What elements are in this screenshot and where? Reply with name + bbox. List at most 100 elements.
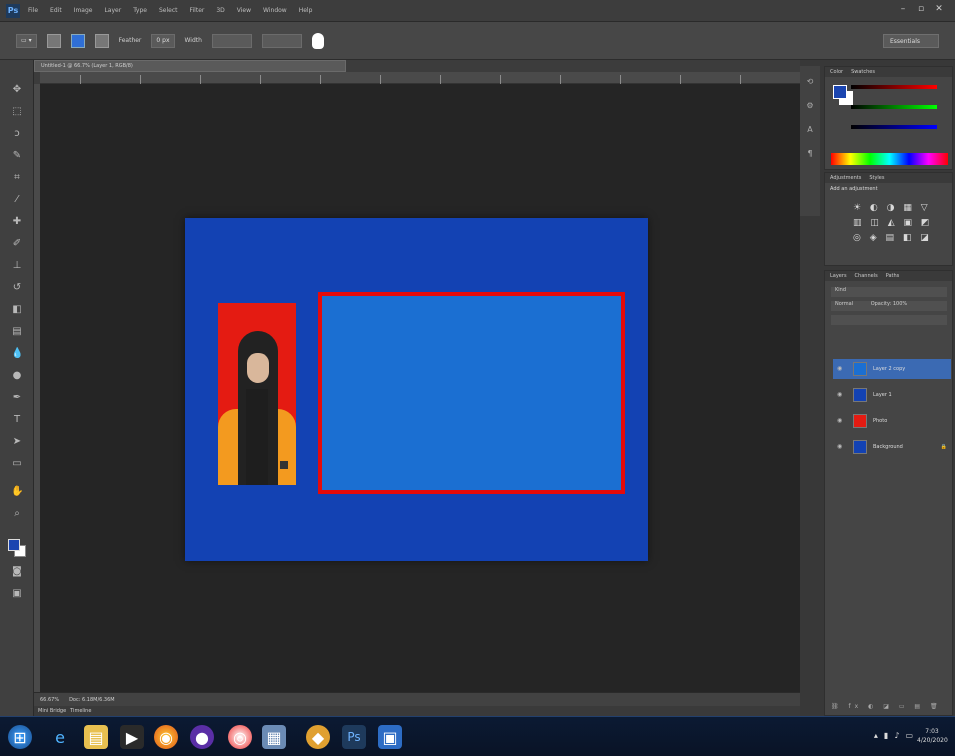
eraser-tool-icon[interactable]: ◧ (11, 304, 23, 316)
tab-adjustments[interactable]: Adjustments (830, 175, 861, 181)
crop-tool-icon[interactable]: ⌗ (11, 172, 23, 184)
network-icon[interactable]: ▮ (884, 731, 888, 740)
visibility-eye-icon[interactable]: ◉ (837, 444, 845, 450)
tab-timeline[interactable]: Timeline (70, 708, 91, 714)
subtract-selection-button[interactable] (94, 33, 109, 48)
chrome-icon[interactable]: ◎ (228, 725, 252, 749)
height-input[interactable] (261, 33, 302, 48)
brush-tool-icon[interactable]: ✐ (11, 238, 23, 250)
color-spectrum-bar[interactable] (831, 153, 948, 165)
zoom-level[interactable]: 66.67% (40, 697, 59, 703)
tab-paths[interactable]: Paths (886, 273, 900, 279)
file-explorer-icon[interactable]: ▤ (84, 725, 108, 749)
tray-expand-icon[interactable]: ▴ (874, 731, 878, 740)
document-tab[interactable]: Untitled-1 @ 66.7% (Layer 1, RGB/8) (34, 60, 346, 72)
layer-item[interactable]: ◉ Photo (833, 411, 951, 431)
menu-window[interactable]: Window (263, 7, 287, 14)
tab-channels[interactable]: Channels (855, 273, 878, 279)
internet-explorer-icon[interactable]: e (48, 725, 72, 749)
highlighted-rectangle-shape[interactable] (318, 292, 625, 494)
layer-item[interactable]: ◉ Layer 2 copy (833, 359, 951, 379)
menu-filter[interactable]: Filter (190, 7, 205, 14)
dodge-tool-icon[interactable]: ● (11, 370, 23, 382)
lock-fill-row[interactable] (831, 315, 947, 325)
photoshop-taskbar-icon[interactable]: Ps (342, 725, 366, 749)
visibility-eye-icon[interactable]: ◉ (837, 418, 845, 424)
path-select-tool-icon[interactable]: ➤ (11, 436, 23, 448)
blue-slider[interactable] (851, 125, 937, 129)
hand-tool-icon[interactable]: ✋ (11, 486, 23, 498)
menu-edit[interactable]: Edit (50, 7, 62, 14)
character-panel-icon[interactable]: A (804, 124, 816, 136)
adjustment-icons-row-2[interactable]: ▥ ◫ ◭ ▣ ◩ (825, 216, 952, 231)
feather-input[interactable]: 0 px (151, 33, 175, 48)
doc-size[interactable]: Doc: 6.18M/6.36M (69, 697, 115, 703)
tab-color[interactable]: Color (830, 69, 843, 75)
menu-file[interactable]: File (28, 7, 38, 14)
zoom-tool-icon[interactable]: ⌕ (11, 508, 23, 520)
menu-image[interactable]: Image (74, 7, 93, 14)
red-slider[interactable] (851, 85, 937, 89)
menu-select[interactable]: Select (159, 7, 178, 14)
healing-brush-tool-icon[interactable]: ✚ (11, 216, 23, 228)
volume-icon[interactable]: ♪ (894, 731, 899, 740)
app-icon-orange[interactable]: ◆ (306, 725, 330, 749)
tab-styles[interactable]: Styles (869, 175, 884, 181)
app-icon-purple[interactable]: ● (190, 725, 214, 749)
screen-mode-icon[interactable]: ▣ (11, 588, 23, 600)
maximize-button[interactable]: ▫ (915, 4, 927, 14)
history-panel-icon[interactable]: ⟲ (804, 76, 816, 88)
properties-panel-icon[interactable]: ⚙ (804, 100, 816, 112)
layer-item[interactable]: ◉ Layer 1 (833, 385, 951, 405)
workspace-switcher[interactable]: Essentials (883, 34, 939, 48)
app-icon-blue[interactable]: ▣ (378, 725, 402, 749)
layer-item[interactable]: ◉ Background 🔒 (833, 437, 951, 457)
clone-stamp-tool-icon[interactable]: ⊥ (11, 260, 23, 272)
minimize-button[interactable]: – (897, 4, 909, 14)
lasso-tool-icon[interactable]: ↄ (11, 128, 23, 140)
layer-filter-kind[interactable]: Kind (831, 287, 947, 297)
quick-mask-icon[interactable]: ◙ (11, 566, 23, 578)
width-input[interactable] (211, 33, 252, 48)
color-panel-foreground-swatch[interactable] (833, 85, 847, 99)
media-player-icon[interactable]: ▶ (120, 725, 144, 749)
firefox-icon[interactable]: ◉ (154, 725, 178, 749)
foreground-color-swatch[interactable] (8, 539, 20, 551)
paragraph-panel-icon[interactable]: ¶ (804, 148, 816, 160)
start-button-icon[interactable]: ⊞ (8, 725, 32, 749)
shape-tool-icon[interactable]: ▭ (11, 458, 23, 470)
marquee-tool-icon[interactable]: ⬚ (11, 106, 23, 118)
visibility-eye-icon[interactable]: ◉ (837, 366, 845, 372)
new-selection-button[interactable] (46, 33, 61, 48)
tab-swatches[interactable]: Swatches (851, 69, 875, 75)
eyedropper-tool-icon[interactable]: ⁄ (11, 194, 23, 206)
layer-actions-bar[interactable]: ⛓ fx ◐ ◪ ▭ ▤ 🗑 (831, 703, 947, 711)
add-selection-button[interactable] (70, 33, 85, 48)
adjustment-icons-row-3[interactable]: ◎ ◈ ▤ ◧ ◪ (825, 231, 952, 246)
move-tool-icon[interactable]: ✥ (11, 84, 23, 96)
type-tool-icon[interactable]: T (11, 414, 23, 426)
history-brush-tool-icon[interactable]: ↺ (11, 282, 23, 294)
visibility-eye-icon[interactable]: ◉ (837, 392, 845, 398)
menu-type[interactable]: Type (133, 7, 147, 14)
blend-mode-select[interactable]: Normal Opacity: 100% (831, 301, 947, 311)
menu-layer[interactable]: Layer (104, 7, 121, 14)
close-button[interactable]: ✕ (933, 4, 945, 14)
green-slider[interactable] (851, 105, 937, 109)
menu-view[interactable]: View (237, 7, 251, 14)
quick-select-tool-icon[interactable]: ✎ (11, 150, 23, 162)
refine-edge-icon[interactable] (311, 32, 324, 49)
tool-preset-picker[interactable]: ▭ ▾ (16, 33, 37, 48)
menu-help[interactable]: Help (299, 7, 313, 14)
system-clock[interactable]: 7:03 4/20/2020 (917, 727, 948, 745)
opacity-value[interactable]: Opacity: 100% (871, 301, 907, 307)
tab-layers[interactable]: Layers (830, 273, 847, 279)
tab-mini-bridge[interactable]: Mini Bridge (38, 708, 66, 714)
app-icon-grey[interactable]: ▦ (262, 725, 286, 749)
battery-icon[interactable]: ▭ (905, 731, 913, 740)
blur-tool-icon[interactable]: 💧 (11, 348, 23, 360)
pen-tool-icon[interactable]: ✒ (11, 392, 23, 404)
adjustment-icons-row-1[interactable]: ☀ ◐ ◑ ▦ ▽ (825, 195, 952, 216)
menu-3d[interactable]: 3D (216, 7, 224, 14)
gradient-tool-icon[interactable]: ▤ (11, 326, 23, 338)
